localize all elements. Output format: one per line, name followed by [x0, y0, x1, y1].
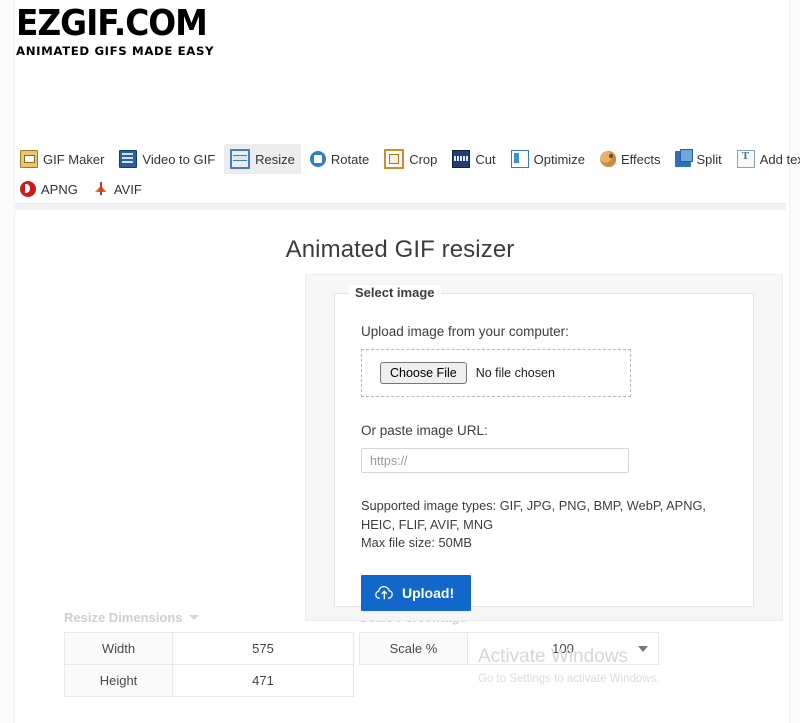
site-logo[interactable]: EZGIF.COM ANIMATED GIFS MADE EASY [16, 6, 316, 58]
table-row: Height 471 [65, 665, 354, 697]
select-image-fieldset: Select image Upload image from your comp… [334, 293, 754, 607]
split-icon [675, 151, 691, 167]
height-input[interactable]: 471 [173, 665, 354, 697]
nav-item-rotate[interactable]: Rotate [304, 146, 375, 172]
nav-item-label: Split [696, 152, 721, 167]
width-input[interactable]: 575 [173, 633, 354, 665]
nav-item-video-to-gif[interactable]: Video to GIF [113, 145, 221, 173]
nav-row-secondary: APNG AVIF [14, 174, 786, 204]
height-label: Height [65, 665, 173, 697]
main-navigation: GIF Maker Video to GIF Resize Rotate Crop Cut… [14, 144, 786, 204]
rotate-icon [310, 151, 326, 167]
scale-percent-value: 100 [552, 641, 574, 656]
table-row: Width 575 [65, 633, 354, 665]
resize-dimensions-section: Resize Dimensions Width 575 Height 471 [64, 608, 354, 697]
resize-options-layer: Resize Dimensions Width 575 Height 471 [14, 608, 786, 723]
chevron-down-icon [638, 646, 648, 652]
nav-item-resize[interactable]: Resize [224, 144, 301, 174]
table-row: Scale % 100 [360, 633, 659, 665]
width-label: Width [65, 633, 173, 665]
max-file-size-text: Max file size: 50MB [361, 534, 727, 553]
choose-file-button[interactable]: Choose File [380, 362, 467, 384]
optimize-icon [511, 150, 529, 168]
image-url-input[interactable] [361, 448, 629, 473]
select-image-body: Upload image from your computer: Choose … [335, 294, 753, 611]
upload-card: Select image Upload image from your comp… [305, 274, 783, 621]
nav-item-label: Add text [760, 152, 800, 167]
avif-icon [93, 181, 109, 197]
nav-item-label: APNG [41, 182, 78, 197]
effects-icon [600, 151, 616, 167]
nav-divider [14, 203, 786, 210]
chevron-down-icon [189, 615, 199, 620]
nav-item-label: AVIF [114, 182, 142, 197]
select-image-legend: Select image [349, 285, 441, 300]
add-text-icon [737, 150, 755, 168]
nav-item-label: GIF Maker [43, 152, 104, 167]
logo-wordmark: EZGIF.COM [16, 6, 334, 42]
logo-tagline: ANIMATED GIFS MADE EASY [16, 44, 322, 58]
nav-item-add-text[interactable]: Add text [731, 145, 800, 173]
file-name-status: No file chosen [476, 366, 555, 380]
page-left-gutter [0, 0, 15, 723]
scale-percentage-table: Scale % 100 [359, 632, 659, 665]
resize-icon [230, 149, 250, 169]
nav-item-gif-maker[interactable]: GIF Maker [14, 145, 110, 173]
supported-types-text: Supported image types: GIF, JPG, PNG, BM… [361, 497, 727, 534]
nav-item-avif[interactable]: AVIF [87, 176, 148, 202]
page-root: EZGIF.COM ANIMATED GIFS MADE EASY GIF Ma… [0, 0, 800, 723]
nav-item-effects[interactable]: Effects [594, 146, 667, 172]
nav-item-label: Crop [409, 152, 437, 167]
cut-icon [452, 150, 470, 168]
page-title: Animated GIF resizer [0, 236, 800, 264]
nav-item-label: Cut [475, 152, 495, 167]
resize-dimensions-heading-label: Resize Dimensions [64, 610, 183, 625]
upload-from-computer-label: Upload image from your computer: [361, 324, 727, 339]
scale-percent-select[interactable]: 100 [468, 633, 659, 665]
nav-item-split[interactable]: Split [669, 146, 727, 172]
resize-dimensions-table: Width 575 Height 471 [64, 632, 354, 697]
nav-item-label: Effects [621, 152, 661, 167]
apng-icon [20, 181, 36, 197]
nav-row-primary: GIF Maker Video to GIF Resize Rotate Crop Cut… [14, 144, 786, 174]
file-upload-dropzone[interactable]: Choose File No file chosen [361, 349, 631, 397]
nav-item-label: Rotate [331, 152, 369, 167]
page-right-gutter [789, 0, 800, 723]
nav-item-optimize[interactable]: Optimize [505, 145, 591, 173]
scale-percent-label: Scale % [360, 633, 468, 665]
nav-item-apng[interactable]: APNG [14, 176, 84, 202]
nav-item-crop[interactable]: Crop [378, 144, 443, 174]
video-to-gif-icon [119, 150, 137, 168]
upload-button[interactable]: Upload! [361, 575, 471, 611]
paste-url-label: Or paste image URL: [361, 423, 727, 438]
cloud-upload-icon [375, 585, 394, 600]
nav-item-label: Resize [255, 152, 295, 167]
nav-item-label: Optimize [534, 152, 585, 167]
nav-item-cut[interactable]: Cut [446, 145, 501, 173]
crop-icon [384, 149, 404, 169]
upload-button-label: Upload! [402, 585, 454, 601]
gif-maker-icon [20, 150, 38, 168]
nav-item-label: Video to GIF [142, 152, 215, 167]
